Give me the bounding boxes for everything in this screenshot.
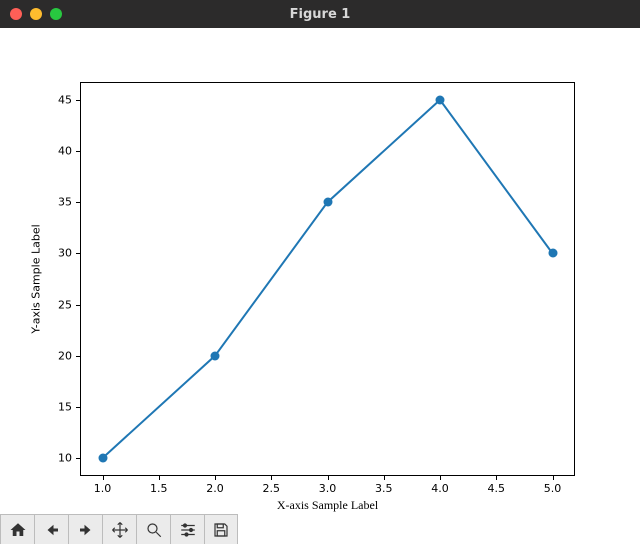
window-title: Figure 1 <box>0 7 640 22</box>
y-tick <box>76 356 80 357</box>
data-point <box>323 198 332 207</box>
sliders-icon <box>179 521 197 539</box>
y-tick <box>76 305 80 306</box>
x-tick <box>496 476 497 480</box>
data-point <box>211 351 220 360</box>
y-tick <box>76 202 80 203</box>
home-button[interactable] <box>0 514 34 544</box>
save-button[interactable] <box>204 514 238 544</box>
configure-subplots-button[interactable] <box>170 514 204 544</box>
y-tick-label: 20 <box>48 349 72 362</box>
x-tick-label: 4.5 <box>481 482 511 495</box>
x-tick-label: 1.0 <box>88 482 118 495</box>
x-tick <box>271 476 272 480</box>
data-point <box>548 249 557 258</box>
figure-window: Figure 1 1.01.52.02.53.03.54.04.55.0 101… <box>0 0 640 544</box>
x-tick-label: 4.0 <box>425 482 455 495</box>
zoom-button[interactable] <box>136 514 170 544</box>
y-tick-label: 30 <box>48 247 72 260</box>
y-tick-label: 10 <box>48 452 72 465</box>
x-tick <box>159 476 160 480</box>
pan-button[interactable] <box>102 514 136 544</box>
magnifier-icon <box>145 521 163 539</box>
x-tick <box>215 476 216 480</box>
x-axis-label: X-axis Sample Label <box>80 498 575 513</box>
matplotlib-toolbar <box>0 514 640 544</box>
title-bar: Figure 1 <box>0 0 640 28</box>
x-tick <box>328 476 329 480</box>
y-tick-label: 35 <box>48 196 72 209</box>
y-tick <box>76 407 80 408</box>
forward-button[interactable] <box>68 514 102 544</box>
y-tick-label: 15 <box>48 400 72 413</box>
arrow-right-icon <box>77 521 95 539</box>
x-tick <box>384 476 385 480</box>
y-tick <box>76 151 80 152</box>
line-plot <box>0 28 640 514</box>
data-point <box>98 454 107 463</box>
move-icon <box>111 521 129 539</box>
y-tick <box>76 100 80 101</box>
y-tick-label: 40 <box>48 145 72 158</box>
x-tick <box>553 476 554 480</box>
x-tick-label: 2.0 <box>200 482 230 495</box>
x-tick-label: 3.5 <box>369 482 399 495</box>
x-tick <box>440 476 441 480</box>
y-tick <box>76 253 80 254</box>
x-tick <box>103 476 104 480</box>
x-tick-label: 2.5 <box>256 482 286 495</box>
x-tick-label: 3.0 <box>313 482 343 495</box>
y-axis-label: Y-axis Sample Label <box>30 224 43 333</box>
plot-canvas[interactable]: 1.0 1.5 2.0 2.5 3.0 3.5 4.0 4.5 5.0 10 15 20 25 30 35… <box>0 28 640 514</box>
home-icon <box>9 521 27 539</box>
data-point <box>436 95 445 104</box>
y-tick <box>76 458 80 459</box>
back-button[interactable] <box>34 514 68 544</box>
save-icon <box>212 521 230 539</box>
y-tick-label: 45 <box>48 93 72 106</box>
x-tick-label: 5.0 <box>538 482 568 495</box>
x-tick-label: 1.5 <box>144 482 174 495</box>
y-tick-label: 25 <box>48 298 72 311</box>
arrow-left-icon <box>43 521 61 539</box>
